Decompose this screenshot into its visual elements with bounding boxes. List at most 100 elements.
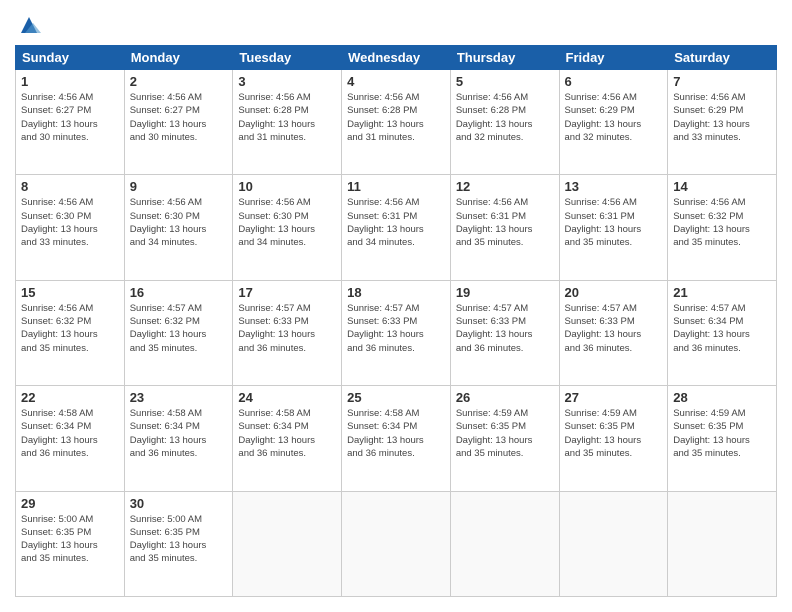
calendar-header-row: SundayMondayTuesdayWednesdayThursdayFrid…: [16, 46, 777, 70]
calendar-cell: 22Sunrise: 4:58 AM Sunset: 6:34 PM Dayli…: [16, 386, 125, 491]
day-number: 26: [456, 390, 554, 405]
day-number: 1: [21, 74, 119, 89]
day-info: Sunrise: 4:57 AM Sunset: 6:33 PM Dayligh…: [347, 302, 445, 355]
day-info: Sunrise: 4:56 AM Sunset: 6:31 PM Dayligh…: [565, 196, 663, 249]
day-info: Sunrise: 5:00 AM Sunset: 6:35 PM Dayligh…: [130, 513, 228, 566]
day-info: Sunrise: 4:56 AM Sunset: 6:28 PM Dayligh…: [347, 91, 445, 144]
calendar-cell: [233, 491, 342, 596]
day-info: Sunrise: 4:56 AM Sunset: 6:28 PM Dayligh…: [238, 91, 336, 144]
calendar-header-wednesday: Wednesday: [342, 46, 451, 70]
header: [15, 15, 777, 35]
calendar-header-saturday: Saturday: [668, 46, 777, 70]
day-number: 15: [21, 285, 119, 300]
day-number: 13: [565, 179, 663, 194]
day-info: Sunrise: 4:59 AM Sunset: 6:35 PM Dayligh…: [673, 407, 771, 460]
calendar-table: SundayMondayTuesdayWednesdayThursdayFrid…: [15, 45, 777, 597]
calendar-header-sunday: Sunday: [16, 46, 125, 70]
calendar-cell: 9 Sunrise: 4:56 AM Sunset: 6:30 PM Daylig…: [124, 175, 233, 280]
calendar-week-5: 29 Sunrise: 5:00 AM Sunset: 6:35 PM Dayli…: [16, 491, 777, 596]
calendar-cell: 28 Sunrise: 4:59 AM Sunset: 6:35 PM Dayli…: [668, 386, 777, 491]
calendar-cell: 26Sunrise: 4:59 AM Sunset: 6:35 PM Dayli…: [450, 386, 559, 491]
calendar-cell: 3 Sunrise: 4:56 AM Sunset: 6:28 PM Daylig…: [233, 70, 342, 175]
day-number: 20: [565, 285, 663, 300]
calendar-cell: 16 Sunrise: 4:57 AM Sunset: 6:32 PM Dayli…: [124, 280, 233, 385]
day-info: Sunrise: 4:56 AM Sunset: 6:32 PM Dayligh…: [673, 196, 771, 249]
calendar-header-thursday: Thursday: [450, 46, 559, 70]
calendar-cell: 4Sunrise: 4:56 AM Sunset: 6:28 PM Daylig…: [342, 70, 451, 175]
logo-icon: [17, 15, 41, 39]
calendar-cell: 27 Sunrise: 4:59 AM Sunset: 6:35 PM Dayli…: [559, 386, 668, 491]
calendar-week-3: 15Sunrise: 4:56 AM Sunset: 6:32 PM Dayli…: [16, 280, 777, 385]
day-info: Sunrise: 4:56 AM Sunset: 6:28 PM Dayligh…: [456, 91, 554, 144]
day-number: 28: [673, 390, 771, 405]
day-info: Sunrise: 4:56 AM Sunset: 6:29 PM Dayligh…: [565, 91, 663, 144]
day-number: 21: [673, 285, 771, 300]
calendar-header-friday: Friday: [559, 46, 668, 70]
calendar-cell: 10 Sunrise: 4:56 AM Sunset: 6:30 PM Dayli…: [233, 175, 342, 280]
calendar-week-2: 8Sunrise: 4:56 AM Sunset: 6:30 PM Daylig…: [16, 175, 777, 280]
day-info: Sunrise: 4:57 AM Sunset: 6:33 PM Dayligh…: [565, 302, 663, 355]
calendar-cell: 2 Sunrise: 4:56 AM Sunset: 6:27 PM Daylig…: [124, 70, 233, 175]
calendar-cell: [450, 491, 559, 596]
day-number: 24: [238, 390, 336, 405]
day-info: Sunrise: 4:57 AM Sunset: 6:34 PM Dayligh…: [673, 302, 771, 355]
calendar-cell: 8Sunrise: 4:56 AM Sunset: 6:30 PM Daylig…: [16, 175, 125, 280]
day-info: Sunrise: 4:56 AM Sunset: 6:30 PM Dayligh…: [238, 196, 336, 249]
day-number: 7: [673, 74, 771, 89]
day-number: 11: [347, 179, 445, 194]
calendar-cell: 7 Sunrise: 4:56 AM Sunset: 6:29 PM Daylig…: [668, 70, 777, 175]
calendar-cell: 21 Sunrise: 4:57 AM Sunset: 6:34 PM Dayli…: [668, 280, 777, 385]
calendar-cell: 19 Sunrise: 4:57 AM Sunset: 6:33 PM Dayli…: [450, 280, 559, 385]
day-info: Sunrise: 4:56 AM Sunset: 6:31 PM Dayligh…: [347, 196, 445, 249]
day-info: Sunrise: 4:57 AM Sunset: 6:33 PM Dayligh…: [238, 302, 336, 355]
day-info: Sunrise: 4:56 AM Sunset: 6:30 PM Dayligh…: [21, 196, 119, 249]
day-info: Sunrise: 4:57 AM Sunset: 6:32 PM Dayligh…: [130, 302, 228, 355]
calendar-cell: 29Sunrise: 5:00 AM Sunset: 6:35 PM Dayli…: [16, 491, 125, 596]
calendar-cell: 25 Sunrise: 4:58 AM Sunset: 6:34 PM Dayli…: [342, 386, 451, 491]
day-info: Sunrise: 4:58 AM Sunset: 6:34 PM Dayligh…: [347, 407, 445, 460]
day-number: 5: [456, 74, 554, 89]
calendar-cell: [342, 491, 451, 596]
calendar-cell: 14Sunrise: 4:56 AM Sunset: 6:32 PM Dayli…: [668, 175, 777, 280]
day-number: 19: [456, 285, 554, 300]
calendar-cell: 24 Sunrise: 4:58 AM Sunset: 6:34 PM Dayli…: [233, 386, 342, 491]
calendar-week-1: 1 Sunrise: 4:56 AM Sunset: 6:27 PM Daylig…: [16, 70, 777, 175]
day-number: 6: [565, 74, 663, 89]
calendar-cell: 12Sunrise: 4:56 AM Sunset: 6:31 PM Dayli…: [450, 175, 559, 280]
calendar-cell: 13 Sunrise: 4:56 AM Sunset: 6:31 PM Dayli…: [559, 175, 668, 280]
page: SundayMondayTuesdayWednesdayThursdayFrid…: [0, 0, 792, 612]
day-number: 10: [238, 179, 336, 194]
calendar-cell: 23 Sunrise: 4:58 AM Sunset: 6:34 PM Dayli…: [124, 386, 233, 491]
calendar-cell: 17Sunrise: 4:57 AM Sunset: 6:33 PM Dayli…: [233, 280, 342, 385]
day-number: 9: [130, 179, 228, 194]
calendar-cell: 15Sunrise: 4:56 AM Sunset: 6:32 PM Dayli…: [16, 280, 125, 385]
logo: [15, 15, 41, 35]
calendar-cell: 30 Sunrise: 5:00 AM Sunset: 6:35 PM Dayli…: [124, 491, 233, 596]
day-number: 30: [130, 496, 228, 511]
calendar-cell: 5 Sunrise: 4:56 AM Sunset: 6:28 PM Daylig…: [450, 70, 559, 175]
day-info: Sunrise: 4:56 AM Sunset: 6:27 PM Dayligh…: [130, 91, 228, 144]
day-number: 3: [238, 74, 336, 89]
day-info: Sunrise: 4:57 AM Sunset: 6:33 PM Dayligh…: [456, 302, 554, 355]
day-number: 2: [130, 74, 228, 89]
calendar-cell: 11 Sunrise: 4:56 AM Sunset: 6:31 PM Dayli…: [342, 175, 451, 280]
day-number: 25: [347, 390, 445, 405]
day-info: Sunrise: 4:58 AM Sunset: 6:34 PM Dayligh…: [21, 407, 119, 460]
calendar-cell: [559, 491, 668, 596]
calendar-cell: 6 Sunrise: 4:56 AM Sunset: 6:29 PM Daylig…: [559, 70, 668, 175]
day-number: 12: [456, 179, 554, 194]
day-info: Sunrise: 4:56 AM Sunset: 6:29 PM Dayligh…: [673, 91, 771, 144]
day-number: 23: [130, 390, 228, 405]
calendar-cell: 1 Sunrise: 4:56 AM Sunset: 6:27 PM Daylig…: [16, 70, 125, 175]
day-info: Sunrise: 4:58 AM Sunset: 6:34 PM Dayligh…: [238, 407, 336, 460]
calendar-cell: [668, 491, 777, 596]
day-number: 27: [565, 390, 663, 405]
day-number: 29: [21, 496, 119, 511]
day-number: 18: [347, 285, 445, 300]
day-info: Sunrise: 4:59 AM Sunset: 6:35 PM Dayligh…: [565, 407, 663, 460]
day-info: Sunrise: 4:58 AM Sunset: 6:34 PM Dayligh…: [130, 407, 228, 460]
calendar-cell: 18 Sunrise: 4:57 AM Sunset: 6:33 PM Dayli…: [342, 280, 451, 385]
day-info: Sunrise: 4:56 AM Sunset: 6:27 PM Dayligh…: [21, 91, 119, 144]
day-info: Sunrise: 4:56 AM Sunset: 6:30 PM Dayligh…: [130, 196, 228, 249]
day-number: 16: [130, 285, 228, 300]
